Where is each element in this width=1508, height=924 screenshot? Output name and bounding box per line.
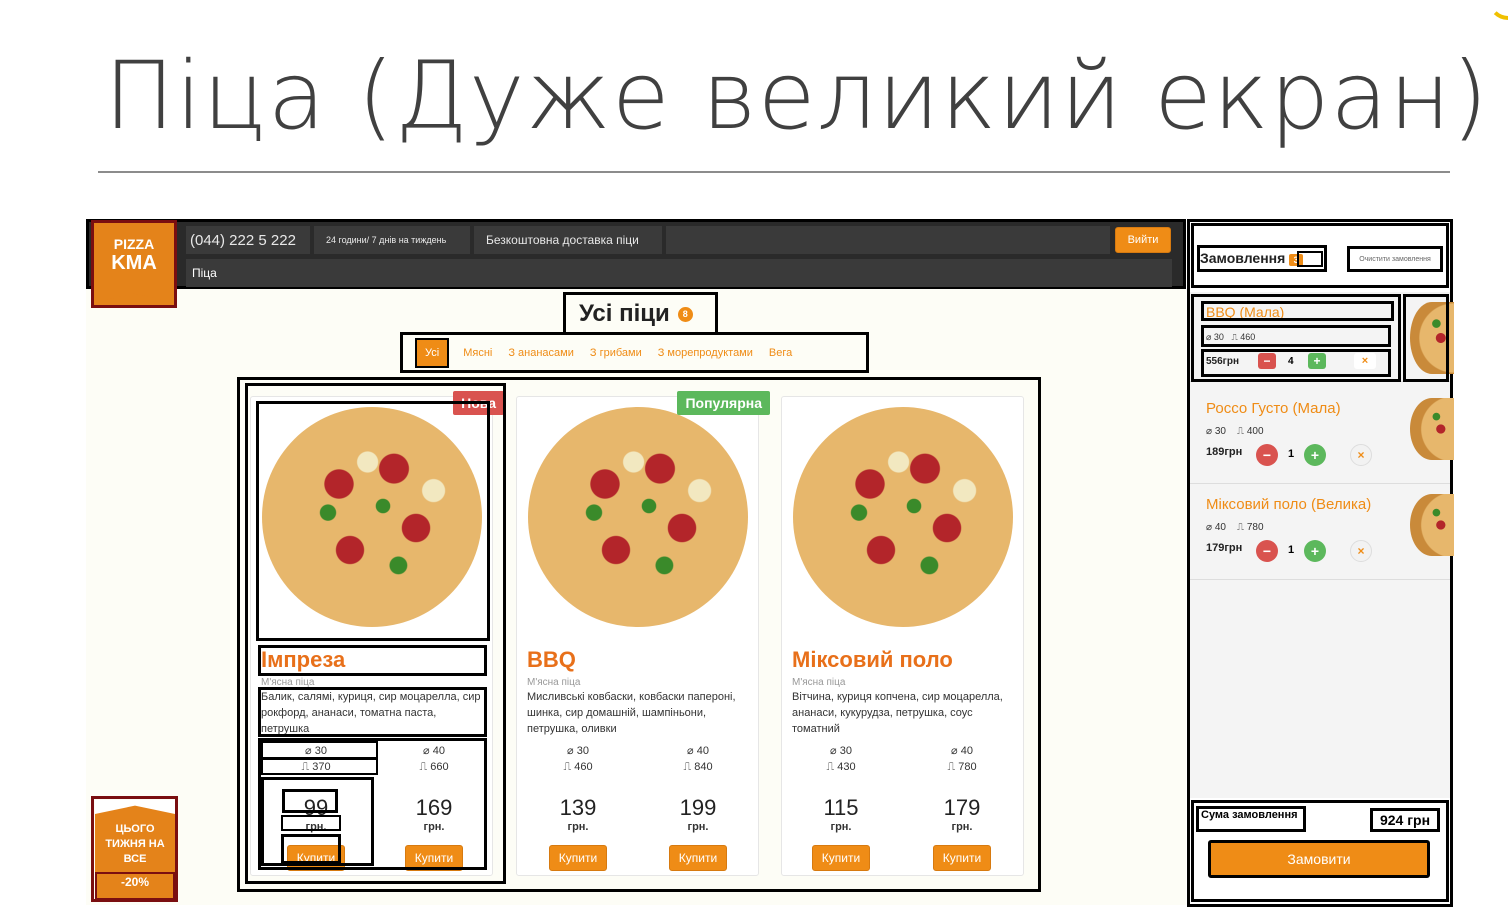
price: 199 <box>679 795 717 820</box>
name-frame <box>1201 301 1394 321</box>
filters-frame <box>400 332 869 373</box>
order-badge-frame <box>1297 251 1323 267</box>
controls-frame <box>1201 349 1391 377</box>
buy-button[interactable]: Купити <box>549 845 607 871</box>
clear-order-button[interactable]: Очистити замовлення <box>1347 246 1443 272</box>
size-big: ⌀ 40 ⎍ 780 179 грн. Купити <box>907 743 1017 871</box>
working-hours: 24 години/ 7 днів на тиждень <box>314 226 470 254</box>
buy-button[interactable]: Купити <box>933 845 991 871</box>
order-item: Міксовий поло (Велика) ⌀ 40 ⎍ 780 179грн… <box>1190 484 1454 580</box>
pizza-card: Міксовий поло М'ясна піца Вітчина, куриц… <box>781 396 1024 876</box>
diameter: ⌀ 30 <box>830 745 852 757</box>
order-item-price: 189грн <box>1206 446 1243 458</box>
weight: ⎍ 460 <box>563 761 593 773</box>
phone[interactable]: (044) 222 5 222 <box>186 226 310 254</box>
thumb-frame <box>1403 294 1449 382</box>
pizza-image[interactable] <box>790 403 1016 631</box>
price: 115 <box>823 795 859 820</box>
minus-icon[interactable]: − <box>1256 444 1278 466</box>
order-item: Россо Густо (Мала) ⌀ 30 ⎍ 400 189грн − 1… <box>1190 388 1454 484</box>
pizza-description: Мисливські ковбаски, ковбаски папероні, … <box>527 691 736 735</box>
minus-icon[interactable]: − <box>1256 540 1278 562</box>
buy-button[interactable]: Купити <box>669 845 727 871</box>
submit-order-button[interactable]: Замовити <box>1208 840 1430 878</box>
pizza-name[interactable]: BBQ <box>527 647 576 673</box>
title-divider <box>98 171 1450 173</box>
order-item-price: 179грн <box>1206 542 1243 554</box>
order-item-qty: 1 <box>1288 544 1295 556</box>
currency: грн. <box>687 821 709 833</box>
close-icon[interactable]: × <box>1350 444 1372 466</box>
corner-decoration <box>1488 0 1508 20</box>
size-small: ⌀ 30 ⎍ 460 139 грн. Купити <box>523 743 633 871</box>
desc-frame <box>258 687 487 737</box>
size-small: ⌀ 30 ⎍ 430 115 грн. Купити <box>786 743 896 871</box>
weight: ⎍ 780 <box>947 761 977 773</box>
pizza-image[interactable] <box>525 403 751 631</box>
order-item-name[interactable]: Міксовий поло (Велика) <box>1206 496 1371 513</box>
size-big: ⌀ 40 ⎍ 840 199 грн. Купити <box>643 743 753 871</box>
weight: ⎍ 840 <box>683 761 713 773</box>
diameter-frame <box>261 741 378 759</box>
sum-label: Сума замовлення <box>1196 806 1306 832</box>
logo-frame <box>91 220 177 308</box>
delivery-info: Безкоштовна доставка піци <box>474 226 662 254</box>
order-item-qty: 1 <box>1288 448 1295 460</box>
breadcrumb[interactable]: Піца <box>186 259 1172 287</box>
image-frame <box>256 401 490 641</box>
plus-icon[interactable]: + <box>1304 444 1326 466</box>
order-item-thumbnail <box>1410 398 1454 460</box>
weight-frame <box>261 758 378 775</box>
close-icon[interactable]: × <box>1350 540 1372 562</box>
discount-frame <box>95 872 175 900</box>
currency: грн. <box>830 821 852 833</box>
pizza-card: Популярна BBQ М'ясна піца Мисливські ков… <box>516 391 770 876</box>
diameter: ⌀ 40 <box>687 745 709 757</box>
order-item-name[interactable]: Россо Густо (Мала) <box>1206 400 1341 417</box>
pizza-description: Вітчина, куриця копчена, сир моцарелла, … <box>792 691 1003 735</box>
badge-popular: Популярна <box>677 391 770 415</box>
pizza-name[interactable]: Міксовий поло <box>792 647 953 673</box>
section-title-frame <box>563 292 718 335</box>
price: 139 <box>559 795 597 820</box>
diameter: ⌀ 40 <box>951 745 973 757</box>
pizza-category: М'ясна піца <box>792 677 846 688</box>
price-frame <box>282 789 338 813</box>
specs-frame <box>1201 325 1391 347</box>
weight: ⎍ 430 <box>826 761 856 773</box>
price: 179 <box>943 795 981 820</box>
sum-value: 924 грн <box>1370 808 1440 832</box>
order-item-specs: ⌀ 40 ⎍ 780 <box>1206 522 1264 533</box>
plus-icon[interactable]: + <box>1304 540 1326 562</box>
header-spacer <box>666 226 1110 254</box>
buy-button[interactable]: Купити <box>812 845 870 871</box>
slide-title: Піца (Дуже великий екран) <box>104 42 1490 151</box>
order-item-specs: ⌀ 30 ⎍ 400 <box>1206 426 1264 437</box>
diameter: ⌀ 30 <box>567 745 589 757</box>
order-item-thumbnail <box>1410 494 1454 556</box>
currency: грн. <box>951 821 973 833</box>
currency-frame <box>281 815 341 831</box>
pizza-category: М'ясна піца <box>527 677 581 688</box>
currency: грн. <box>567 821 589 833</box>
logout-button[interactable]: Вийти <box>1115 227 1171 253</box>
buy-frame <box>281 834 341 864</box>
name-frame <box>258 645 487 676</box>
slide: Піца (Дуже великий екран) (044) 222 5 22… <box>0 0 1508 924</box>
